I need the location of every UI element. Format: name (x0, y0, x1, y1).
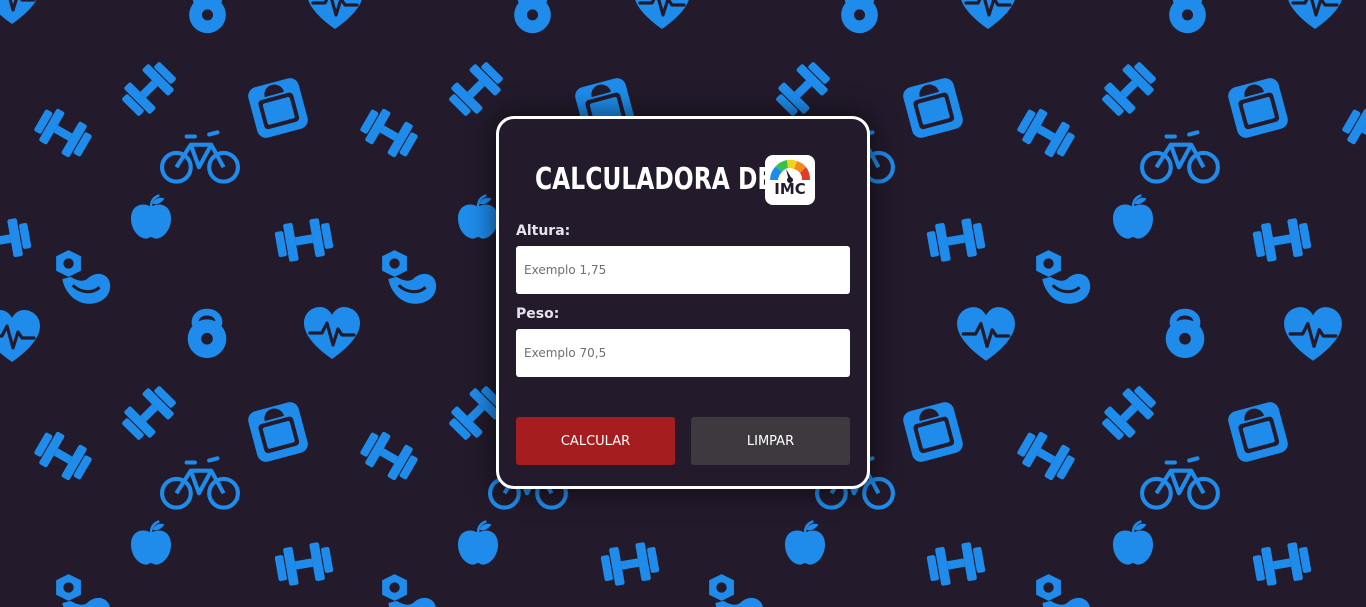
calculate-button[interactable]: CALCULAR (516, 417, 675, 465)
page-title: CALCULADORA DE (535, 162, 774, 197)
clear-button[interactable]: LIMPAR (691, 417, 850, 465)
height-input[interactable] (516, 246, 850, 294)
bmi-calculator-card: CALCULADORA DE IMC Altura: Peso: CALCULA… (496, 116, 870, 489)
imc-logo: IMC (765, 155, 815, 205)
header: CALCULADORA DE IMC (535, 153, 815, 207)
logo-text: IMC (774, 180, 806, 198)
height-label: Altura: (516, 223, 571, 239)
weight-label: Peso: (516, 306, 560, 322)
weight-input[interactable] (516, 329, 850, 377)
